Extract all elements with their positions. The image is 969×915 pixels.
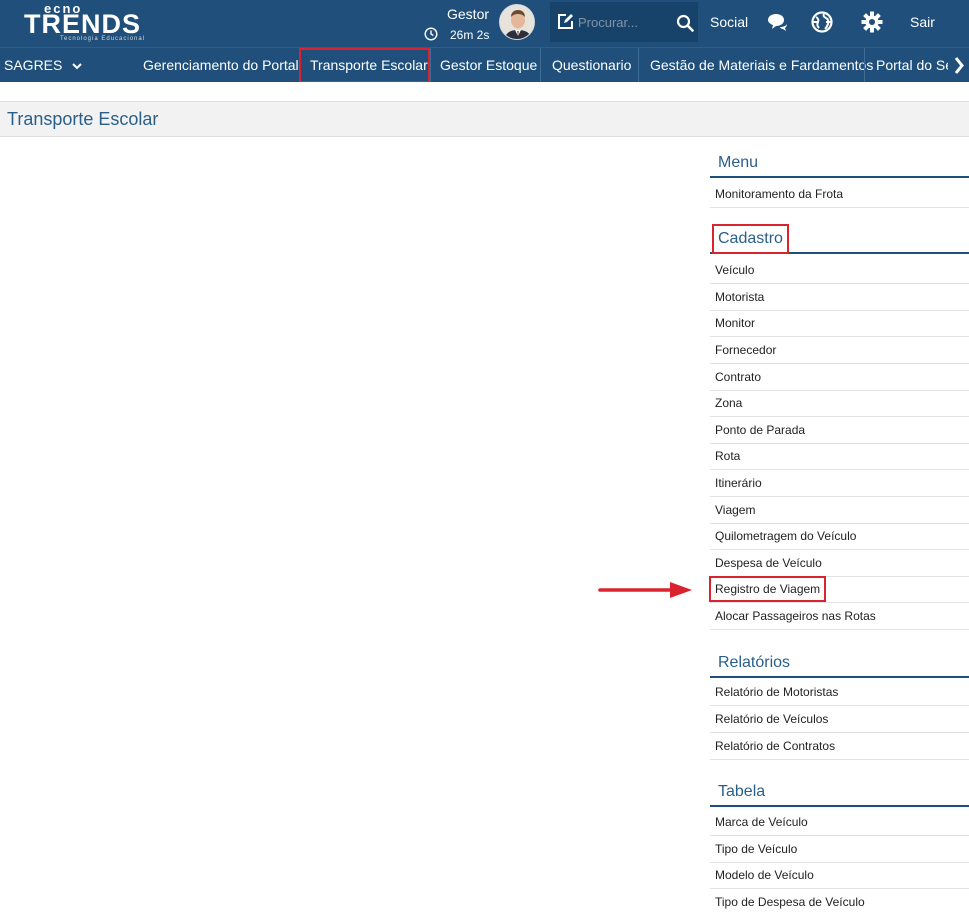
sidebar-item-despesa-veiculo[interactable]: Despesa de Veículo	[710, 550, 969, 577]
section-title: Relatórios	[718, 654, 791, 671]
gear-icon[interactable]	[861, 11, 883, 33]
sidebar-item-monitoramento-frota[interactable]: Monitoramento da Frota	[710, 181, 969, 208]
sidebar-item-tipo-despesa-veiculo[interactable]: Tipo de Despesa de Veículo	[710, 889, 969, 915]
annotation-arrow-icon	[598, 580, 694, 600]
section-relatorios-title: Relatórios	[710, 652, 969, 678]
sagres-dropdown[interactable]: SAGRES	[4, 57, 82, 73]
section-title: Tabela	[718, 783, 766, 800]
sidebar-item-label: Monitoramento da Frota	[715, 187, 844, 201]
sagres-label: SAGRES	[4, 57, 63, 73]
sidebar-item-label: Despesa de Veículo	[715, 556, 822, 570]
sidebar-item-label: Marca de Veículo	[715, 815, 808, 829]
sidebar-item-label: Monitor	[715, 316, 756, 330]
sidebar-item-tipo-veiculo[interactable]: Tipo de Veículo	[710, 836, 969, 863]
chevron-right-icon	[948, 57, 969, 82]
user-info: Gestor 26m 2s	[420, 4, 500, 44]
search-icon[interactable]	[676, 14, 694, 32]
sidebar-item-itinerario[interactable]: Itinerário	[710, 470, 969, 497]
nav-scroll-right[interactable]	[948, 48, 969, 82]
section-cadastro-title: Cadastro	[710, 224, 969, 254]
sidebar-item-label: Itinerário	[715, 476, 762, 490]
section-menu-title: Menu	[710, 152, 969, 178]
nav-item-gestor-estoque[interactable]: Gestor Estoque	[430, 48, 540, 82]
sidebar-item-label: Ponto de Parada	[715, 423, 806, 437]
nav-item-label: Questionario	[552, 57, 632, 73]
social-link[interactable]: Social	[710, 14, 748, 30]
sidebar-item-alocar-passageiros[interactable]: Alocar Passageiros nas Rotas	[710, 603, 969, 630]
nav-item-transporte-escolar[interactable]: Transporte Escolar	[299, 48, 430, 82]
sidebar-item-monitor[interactable]: Monitor	[710, 310, 969, 337]
sidebar-item-zona[interactable]: Zona	[710, 390, 969, 417]
sidebar-item-label: Relatório de Contratos	[715, 739, 836, 753]
user-avatar[interactable]	[499, 4, 535, 40]
nav-item-label: Gestão de Materiais e Fardamentos	[650, 57, 874, 73]
svg-text:TRENDS: TRENDS	[24, 9, 141, 39]
chat-bubbles-icon[interactable]	[766, 11, 788, 33]
sidebar-item-viagem[interactable]: Viagem	[710, 497, 969, 524]
logout-link[interactable]: Sair	[910, 14, 935, 30]
sidebar-item-quilometragem[interactable]: Quilometragem do Veículo	[710, 523, 969, 550]
sidebar-item-label: Relatório de Motoristas	[715, 685, 839, 699]
sidebar-item-label: Motorista	[715, 290, 765, 304]
search-input[interactable]	[578, 11, 668, 33]
user-name: Gestor	[447, 6, 490, 22]
sidebar-item-label: Registro de Viagem	[708, 576, 827, 602]
sidebar-item-modelo-veiculo[interactable]: Modelo de Veículo	[710, 862, 969, 889]
sidebar-item-label: Viagem	[715, 503, 756, 517]
search-box	[550, 2, 698, 42]
sidebar-item-ponto-parada[interactable]: Ponto de Parada	[710, 417, 969, 444]
session-timer: 26m 2s	[450, 28, 490, 42]
sidebar-item-label: Contrato	[715, 370, 762, 384]
sidebar-item-label: Relatório de Veículos	[715, 712, 829, 726]
section-tabela-title: Tabela	[710, 781, 969, 807]
sidebar-item-label: Quilometragem do Veículo	[715, 529, 857, 543]
sidebar-item-label: Rota	[715, 449, 741, 463]
sidebar-item-label: Veículo	[715, 263, 755, 277]
sidebar-item-label: Alocar Passageiros nas Rotas	[715, 609, 876, 623]
tecno-trends-logo[interactable]: ecno TRENDS Tecnologia Educacional	[22, 2, 164, 42]
sidebar-item-motorista[interactable]: Motorista	[710, 284, 969, 311]
sidebar-item-veiculo[interactable]: Veículo	[710, 257, 969, 284]
sidebar-item-label: Modelo de Veículo	[715, 868, 814, 882]
section-title: Menu	[718, 154, 759, 171]
top-bar: ecno TRENDS Tecnologia Educacional Gesto…	[0, 0, 969, 47]
sidebar-item-label: Tipo de Despesa de Veículo	[715, 895, 865, 909]
sidebar-item-registro-viagem[interactable]: Registro de Viagem	[708, 576, 969, 603]
page-title: Transporte Escolar	[7, 109, 159, 129]
clock-icon	[424, 27, 438, 41]
globe-icon[interactable]	[811, 11, 833, 33]
section-title: Cadastro	[712, 224, 789, 254]
nav-item-gerenciamento-portal[interactable]: Gerenciamento do Portal	[143, 48, 299, 82]
sidebar-item-relatorio-veiculos[interactable]: Relatório de Veículos	[710, 706, 969, 733]
sidebar-item-marca-veiculo[interactable]: Marca de Veículo	[710, 809, 969, 836]
page-header: Transporte Escolar	[0, 101, 969, 137]
nav-item-label: Gestor Estoque	[440, 57, 538, 73]
sidebar-item-fornecedor[interactable]: Fornecedor	[710, 337, 969, 364]
svg-text:Tecnologia Educacional: Tecnologia Educacional	[60, 36, 145, 42]
sidebar-item-relatorio-motoristas[interactable]: Relatório de Motoristas	[710, 679, 969, 706]
sidebar-item-contrato[interactable]: Contrato	[710, 364, 969, 391]
nav-item-label: Transporte Escolar	[310, 57, 428, 73]
nav-item-gestao-materiais[interactable]: Gestão de Materiais e Fardamentos	[638, 48, 873, 82]
sidebar-item-relatorio-contratos[interactable]: Relatório de Contratos	[710, 733, 969, 760]
main-nav: SAGRES Gerenciamento do Portal Transport…	[0, 47, 969, 82]
sidebar-item-rota[interactable]: Rota	[710, 443, 969, 470]
sidebar-item-label: Tipo de Veículo	[715, 842, 798, 856]
chevron-down-icon	[72, 57, 82, 73]
nav-item-label: Gerenciamento do Portal	[143, 57, 299, 73]
nav-item-questionario[interactable]: Questionario	[540, 48, 638, 82]
sidebar-item-label: Zona	[715, 396, 743, 410]
pencil-square-icon	[557, 13, 574, 30]
sidebar-item-label: Fornecedor	[715, 343, 777, 357]
